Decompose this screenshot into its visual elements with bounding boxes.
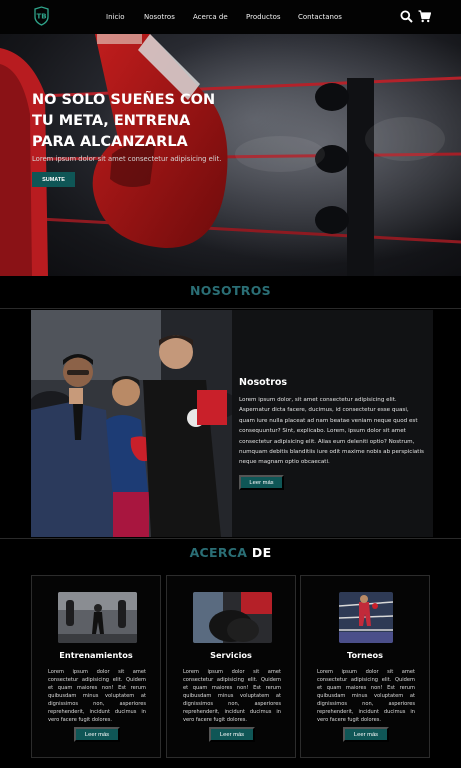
nav-link-contactanos[interactable]: Contactanos xyxy=(298,13,342,21)
servicios-title: Servicios xyxy=(210,650,252,660)
entrenamientos-title: Entrenamientos xyxy=(59,650,133,660)
nosotros-photo xyxy=(31,310,232,537)
acerca-section-title: ACERCA DE xyxy=(0,545,461,560)
torneos-body: Lorem ipsum dolor sit amet consectetur a… xyxy=(317,669,415,723)
servicios-image xyxy=(193,592,272,643)
nosotros-leer-mas-button[interactable]: Leer más xyxy=(239,475,284,490)
logo-icon[interactable]: TB xyxy=(33,6,50,26)
card-torneos: Torneos Lorem ipsum dolor sit amet conse… xyxy=(300,575,430,758)
torneos-leer-mas-button[interactable]: Leer más xyxy=(343,727,389,742)
cart-icon[interactable] xyxy=(418,10,431,23)
servicios-body: Lorem ipsum dolor sit amet consectetur a… xyxy=(183,669,281,723)
search-icon[interactable] xyxy=(400,10,413,23)
divider-top xyxy=(0,308,461,309)
card-servicios: Servicios Lorem ipsum dolor sit amet con… xyxy=(166,575,296,758)
svg-text:TB: TB xyxy=(36,13,46,21)
entrenamientos-leer-mas-button[interactable]: Leer más xyxy=(74,727,120,742)
top-navbar: TB Inicio Nosotros Acerca de Productos C… xyxy=(0,0,461,34)
nav-link-inicio[interactable]: Inicio xyxy=(106,13,125,21)
nav-link-acerca[interactable]: Acerca de xyxy=(193,13,228,21)
divider-bottom xyxy=(0,538,461,539)
nosotros-heading: Nosotros xyxy=(239,377,288,388)
acerca-title-rest: DE xyxy=(247,545,272,560)
nav-link-nosotros[interactable]: Nosotros xyxy=(144,13,175,21)
servicios-leer-mas-button[interactable]: Leer más xyxy=(209,727,255,742)
hero-title: NO SOLO SUEÑES CON TU META, ENTRENA PARA… xyxy=(32,92,216,150)
entrenamientos-body: Lorem ipsum dolor sit amet consectetur a… xyxy=(48,669,146,723)
nosotros-body: Lorem ipsum dolor, sit amet consectetur … xyxy=(239,397,424,466)
torneos-image xyxy=(339,592,393,643)
hero-banner: NO SOLO SUEÑES CON TU META, ENTRENA PARA… xyxy=(0,34,461,276)
acerca-title-accent: ACERCA xyxy=(189,545,248,560)
card-entrenamientos: Entrenamientos Lorem ipsum dolor sit ame… xyxy=(31,575,161,758)
entrenamientos-image xyxy=(58,592,137,643)
torneos-title: Torneos xyxy=(346,650,384,660)
nosotros-section-title: NOSOTROS xyxy=(190,283,271,298)
sumate-button[interactable]: SUMATE xyxy=(32,172,75,187)
nav-link-productos[interactable]: Productos xyxy=(246,13,281,21)
hero-subtitle: Lorem ipsum dolor sit amet consectetur a… xyxy=(32,155,222,163)
